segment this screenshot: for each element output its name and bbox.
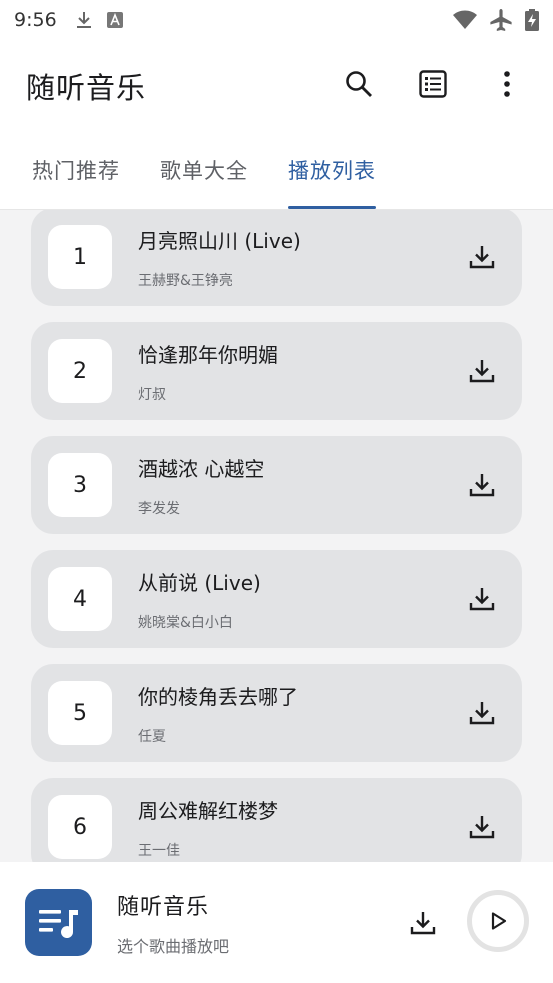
song-text: 酒越浓 心越空 李发发	[138, 453, 264, 518]
song-text: 你的棱角丢去哪了 任夏	[138, 681, 298, 746]
a-notification-icon	[106, 12, 123, 28]
app-actions	[339, 66, 527, 106]
song-list-area[interactable]: 1 月亮照山川 (Live) 王赫野&王铮亮 2 恰逢那年你明媚 灯叔 3 酒越…	[0, 210, 553, 862]
status-bar: 9:56	[0, 0, 553, 40]
song-artist: 任夏	[138, 728, 166, 745]
song-index: 6	[48, 795, 112, 859]
more-options-button[interactable]	[487, 66, 527, 106]
song-artist: 王赫野&王铮亮	[138, 272, 233, 289]
list-view-icon	[419, 70, 447, 102]
song-artist: 王一佳	[138, 842, 180, 859]
song-index: 3	[48, 453, 112, 517]
song-title: 周公难解红楼梦	[138, 798, 278, 823]
song-item[interactable]: 5 你的棱角丢去哪了 任夏	[31, 664, 522, 762]
song-download-button[interactable]	[466, 469, 498, 501]
playlist-music-icon	[38, 909, 78, 938]
airplane-icon	[489, 9, 513, 31]
tab-playlists[interactable]: 歌单大全	[160, 131, 248, 209]
song-index: 2	[48, 339, 112, 403]
song-download-button[interactable]	[466, 241, 498, 273]
search-icon	[345, 70, 373, 102]
song-index: 1	[48, 225, 112, 289]
song-text: 恰逢那年你明媚 灯叔	[138, 339, 278, 404]
wifi-icon	[453, 10, 477, 30]
play-button[interactable]	[467, 890, 529, 952]
download-icon	[410, 912, 436, 935]
download-icon	[75, 10, 93, 30]
tab-play-queue[interactable]: 播放列表	[288, 131, 376, 209]
song-item[interactable]: 3 酒越浓 心越空 李发发	[31, 436, 522, 534]
song-list: 1 月亮照山川 (Live) 王赫野&王铮亮 2 恰逢那年你明媚 灯叔 3 酒越…	[31, 210, 522, 862]
song-item[interactable]: 1 月亮照山川 (Live) 王赫野&王铮亮	[31, 210, 522, 306]
app-bar: 随听音乐	[0, 40, 553, 132]
search-button[interactable]	[339, 66, 379, 106]
song-artist: 灯叔	[138, 386, 166, 403]
song-item[interactable]: 2 恰逢那年你明媚 灯叔	[31, 322, 522, 420]
more-vert-icon	[503, 70, 511, 102]
song-title: 恰逢那年你明媚	[138, 342, 278, 367]
tab-hot-recommend[interactable]: 热门推荐	[32, 131, 120, 209]
song-text: 从前说 (Live) 姚晓棠&白小白	[138, 567, 261, 632]
song-artist: 姚晓棠&白小白	[138, 614, 233, 631]
song-title: 从前说 (Live)	[138, 570, 261, 595]
play-icon	[491, 912, 507, 930]
song-index: 4	[48, 567, 112, 631]
tab-bar: 热门推荐 歌单大全 播放列表	[0, 132, 553, 210]
download-icon	[469, 246, 495, 269]
download-icon	[469, 702, 495, 725]
battery-charging-icon	[525, 9, 539, 31]
song-download-button[interactable]	[466, 697, 498, 729]
song-title: 你的棱角丢去哪了	[138, 684, 298, 709]
player-cover[interactable]	[25, 889, 92, 956]
download-icon	[469, 360, 495, 383]
mini-player[interactable]: 随听音乐 选个歌曲播放吧	[0, 862, 553, 983]
song-download-button[interactable]	[466, 583, 498, 615]
download-icon	[469, 588, 495, 611]
song-item[interactable]: 4 从前说 (Live) 姚晓棠&白小白	[31, 550, 522, 648]
status-time: 9:56	[14, 9, 57, 31]
status-right-icons	[453, 9, 539, 31]
song-text: 月亮照山川 (Live) 王赫野&王铮亮	[138, 225, 301, 290]
song-title: 月亮照山川 (Live)	[138, 228, 301, 253]
song-item[interactable]: 6 周公难解红楼梦 王一佳	[31, 778, 522, 862]
status-left-icons	[75, 10, 123, 30]
song-download-button[interactable]	[466, 811, 498, 843]
list-view-button[interactable]	[413, 66, 453, 106]
player-title: 随听音乐	[117, 894, 210, 920]
player-subtitle: 选个歌曲播放吧	[117, 936, 230, 956]
player-text: 随听音乐 选个歌曲播放吧	[117, 889, 229, 957]
song-artist: 李发发	[138, 500, 180, 517]
song-text: 周公难解红楼梦 王一佳	[138, 795, 278, 860]
song-index: 5	[48, 681, 112, 745]
download-icon	[469, 474, 495, 497]
song-download-button[interactable]	[466, 355, 498, 387]
song-title: 酒越浓 心越空	[138, 456, 265, 481]
app-title: 随听音乐	[26, 71, 147, 105]
player-download-button[interactable]	[406, 906, 440, 940]
download-icon	[469, 816, 495, 839]
